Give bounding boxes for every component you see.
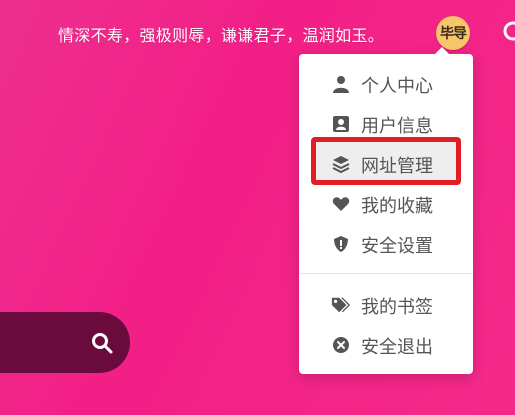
menu-divider <box>299 273 473 274</box>
id-card-icon <box>331 114 351 134</box>
menu-item-label: 网址管理 <box>361 156 433 177</box>
avatar[interactable]: 毕导 <box>436 16 470 50</box>
menu-item-logout[interactable]: 安全退出 <box>299 325 473 365</box>
menu-item-label: 我的书签 <box>361 297 433 318</box>
menu-item-label: 我的收藏 <box>361 196 433 217</box>
menu-item-security-settings[interactable]: 安全设置 <box>299 224 473 264</box>
menu-item-user-info[interactable]: 用户信息 <box>299 104 473 144</box>
menu-item-label: 用户信息 <box>361 116 433 137</box>
menu-item-favorites[interactable]: 我的收藏 <box>299 184 473 224</box>
menu-item-label: 个人中心 <box>361 76 433 97</box>
menu-item-personal-center[interactable]: 个人中心 <box>299 64 473 104</box>
heart-icon <box>331 194 351 214</box>
menu-item-label: 安全退出 <box>361 337 433 358</box>
layers-icon <box>331 154 351 174</box>
user-icon <box>331 74 351 94</box>
shield-icon <box>331 234 351 254</box>
user-dropdown-menu: 个人中心 用户信息 网址管理 我的收藏 安全设置 我的书签 安全退出 <box>299 47 473 374</box>
avatar-text: 毕导 <box>440 26 467 42</box>
menu-item-label: 安全设置 <box>361 236 433 257</box>
search-bar[interactable] <box>0 312 130 373</box>
close-circle-icon <box>331 335 351 355</box>
search-icon[interactable] <box>90 331 114 355</box>
search-icon[interactable] <box>500 18 515 48</box>
header-motto: 情深不寿，强极则辱，谦谦君子，温润如玉。 <box>58 26 385 45</box>
menu-item-bookmarks[interactable]: 我的书签 <box>299 285 473 325</box>
tags-icon <box>331 295 351 315</box>
menu-item-url-management[interactable]: 网址管理 <box>299 144 473 184</box>
